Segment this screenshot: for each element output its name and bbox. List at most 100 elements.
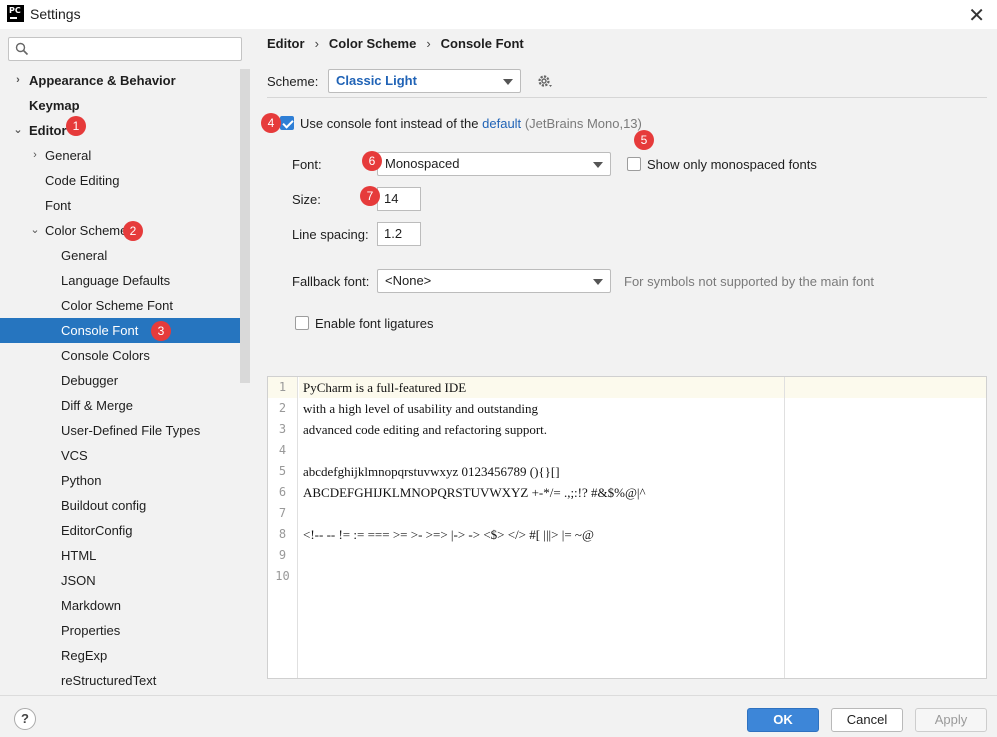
tree-item-diff-merge[interactable]: Diff & Merge (0, 393, 240, 418)
tree-item-language-defaults[interactable]: Language Defaults (0, 268, 240, 293)
tree-item-appearance-behavior[interactable]: › Appearance & Behavior (0, 68, 240, 93)
line-number: 9 (278, 548, 287, 562)
gear-icon[interactable] (537, 73, 553, 89)
fallback-font-dropdown[interactable]: <None> (377, 269, 611, 293)
tree-item-code-editing[interactable]: Code Editing (0, 168, 240, 193)
tree-item-cs-general[interactable]: General (0, 243, 240, 268)
font-dropdown[interactable]: Monospaced (377, 152, 611, 176)
code-line: ABCDEFGHIJKLMNOPQRSTUVWXYZ +-*/= .,;:!? … (303, 485, 646, 500)
breadcrumb: Editor › Color Scheme › Console Font (267, 36, 524, 51)
size-input[interactable]: 14 (377, 187, 421, 211)
breadcrumb-separator: › (314, 36, 319, 51)
help-icon[interactable]: ? (14, 708, 36, 730)
tree-item-restructuredtext[interactable]: reStructuredText (0, 668, 240, 693)
size-label: Size: (292, 192, 321, 207)
ok-button[interactable]: OK (747, 708, 819, 732)
tree-item-keymap[interactable]: Keymap (0, 93, 240, 118)
right-margin-guide (784, 377, 785, 678)
tree-item-label: Color Scheme (45, 223, 128, 238)
default-font-link[interactable]: default (482, 116, 521, 131)
show-monospaced-label: Show only monospaced fonts (647, 157, 817, 172)
tree-item-json[interactable]: JSON (0, 568, 240, 593)
tree-item-markdown[interactable]: Markdown (0, 593, 240, 618)
tree-item-console-font[interactable]: Console Font (0, 318, 250, 343)
tree-item-buildout-config[interactable]: Buildout config (0, 493, 240, 518)
default-font-info: (JetBrains Mono,13) (524, 116, 642, 131)
tree-item-label: Color Scheme Font (61, 298, 173, 313)
scheme-label: Scheme: (267, 73, 319, 89)
annotation-badge-7: 7 (360, 186, 380, 206)
pycharm-logo-icon: PC (7, 5, 24, 22)
code-line: abcdefghijklmnopqrstuvwxyz 0123456789 ()… (303, 464, 560, 479)
tree-item-color-scheme[interactable]: ⌄ Color Scheme (0, 218, 240, 243)
chevron-down-icon[interactable]: ⌄ (12, 118, 24, 143)
search-input[interactable] (39, 40, 235, 58)
tree-item-label: Console Font (61, 323, 139, 338)
tree-item-user-defined-file-types[interactable]: User-Defined File Types (0, 418, 240, 443)
line-number: 1 (268, 377, 297, 398)
use-console-font-checkbox[interactable] (280, 116, 294, 130)
annotation-badge-3: 3 (151, 321, 171, 341)
tree-item-color-scheme-font[interactable]: Color Scheme Font (0, 293, 240, 318)
chevron-down-icon[interactable]: ⌄ (29, 218, 41, 243)
tree-item-label: Language Defaults (61, 273, 171, 288)
tree-item-label: JSON (61, 573, 96, 588)
section-divider (267, 97, 987, 98)
tree-item-python[interactable]: Python (0, 468, 240, 493)
tree-item-label: User-Defined File Types (61, 423, 201, 438)
tree-item-properties[interactable]: Properties (0, 618, 240, 643)
search-field[interactable] (8, 37, 242, 61)
tree-item-label: Code Editing (45, 173, 120, 188)
scheme-value: Classic Light (336, 73, 417, 88)
breadcrumb-color-scheme[interactable]: Color Scheme (329, 36, 416, 51)
tree-item-general[interactable]: › General (0, 143, 240, 168)
fallback-font-label: Fallback font: (292, 274, 370, 289)
sidebar-scrollbar[interactable] (240, 69, 250, 383)
tree-item-font[interactable]: Font (0, 193, 240, 218)
chevron-right-icon[interactable]: › (29, 143, 41, 168)
tree-item-label: General (61, 248, 108, 263)
tree-item-label: Console Colors (61, 348, 150, 363)
apply-button[interactable]: Apply (915, 708, 987, 732)
show-monospaced-checkbox[interactable] (627, 157, 641, 171)
search-icon (15, 42, 29, 56)
tree-item-html[interactable]: HTML (0, 543, 240, 568)
font-ligatures-label: Enable font ligatures (315, 316, 434, 331)
tree-item-label: Diff & Merge (61, 398, 134, 413)
breadcrumb-separator: › (426, 36, 431, 51)
annotation-badge-1: 1 (66, 116, 86, 136)
code-line: with a high level of usability and outst… (303, 401, 539, 416)
line-number: 4 (278, 443, 287, 457)
tree-item-label: VCS (61, 448, 88, 463)
font-label: Font: (292, 157, 322, 172)
tree-item-editor[interactable]: ⌄ Editor (0, 118, 240, 143)
line-spacing-input[interactable]: 1.2 (377, 222, 421, 246)
tree-item-vcs[interactable]: VCS (0, 443, 240, 468)
chevron-right-icon[interactable]: › (12, 68, 24, 93)
use-console-font-text: Use console font instead of the (300, 116, 479, 131)
cancel-button[interactable]: Cancel (831, 708, 903, 732)
tree-item-label: Font (45, 198, 72, 213)
tree-item-label: Properties (61, 623, 121, 638)
tree-item-debugger[interactable]: Debugger (0, 368, 240, 393)
tree-item-label: reStructuredText (61, 673, 157, 688)
tree-item-console-colors[interactable]: Console Colors (0, 343, 240, 368)
annotation-badge-2: 2 (123, 221, 143, 241)
fallback-font-value: <None> (385, 273, 432, 288)
chevron-down-icon (593, 162, 603, 168)
breadcrumb-console-font: Console Font (440, 36, 524, 51)
font-ligatures-checkbox[interactable] (295, 316, 309, 330)
breadcrumb-editor[interactable]: Editor (267, 36, 305, 51)
preview-code: PyCharm is a full-featured IDE with a hi… (299, 377, 784, 587)
fallback-font-hint: For symbols not supported by the main fo… (624, 274, 875, 289)
scheme-dropdown[interactable]: Classic Light (328, 69, 521, 93)
tree-item-regexp[interactable]: RegExp (0, 643, 240, 668)
tree-item-label: Debugger (61, 373, 119, 388)
line-number: 3 (278, 422, 287, 436)
annotation-badge-4: 4 (261, 113, 281, 133)
close-icon[interactable]: ✕ (968, 3, 985, 28)
font-preview-editor[interactable]: 1 2 3 4 5 6 7 8 9 10 PyCharm is a full-f… (267, 376, 987, 679)
tree-item-editorconfig[interactable]: EditorConfig (0, 518, 240, 543)
